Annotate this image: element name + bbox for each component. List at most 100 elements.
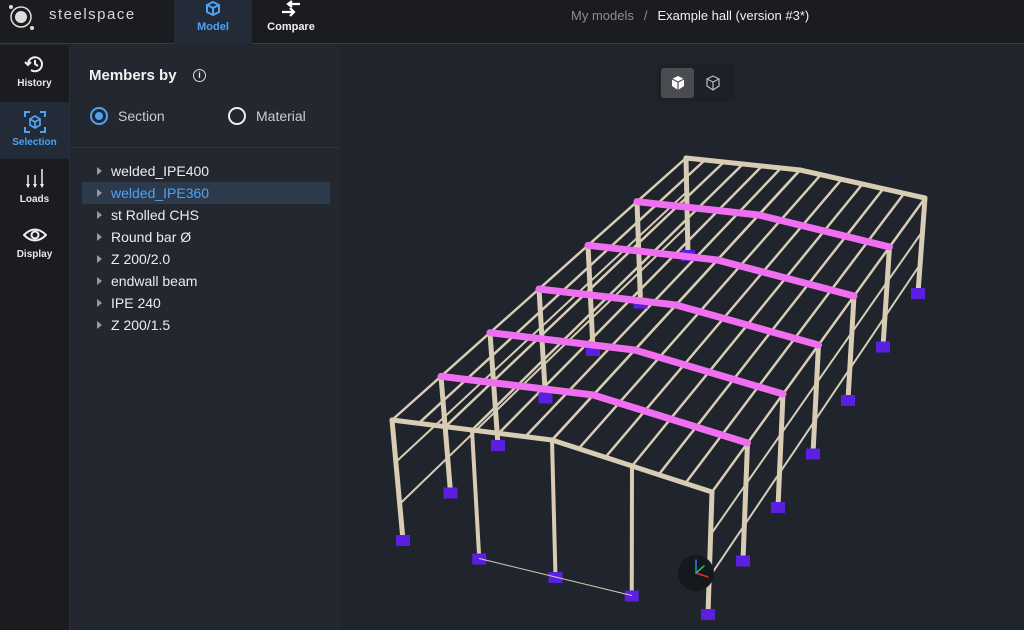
highlighted-rafter[interactable] bbox=[631, 346, 787, 398]
caret-right-icon[interactable] bbox=[97, 233, 102, 241]
radio-section[interactable]: Section bbox=[90, 107, 165, 125]
support-marker[interactable] bbox=[736, 555, 750, 567]
support-marker[interactable] bbox=[624, 590, 639, 602]
radio-material[interactable]: Material bbox=[228, 107, 306, 125]
highlighted-rafter[interactable] bbox=[713, 256, 858, 300]
radio-section-label: Section bbox=[118, 108, 165, 124]
nav-history[interactable]: History bbox=[0, 45, 69, 102]
eye-icon bbox=[22, 228, 47, 242]
steelspace-logo-icon bbox=[9, 5, 34, 30]
nav-loads[interactable]: Loads bbox=[0, 159, 69, 216]
gable-post[interactable] bbox=[550, 438, 558, 579]
column[interactable] bbox=[740, 440, 750, 563]
column[interactable] bbox=[810, 342, 821, 456]
breadcrumb-my-models[interactable]: My models bbox=[571, 8, 634, 23]
model-cube-icon bbox=[206, 0, 220, 17]
rafter[interactable] bbox=[797, 167, 928, 201]
support-marker[interactable] bbox=[841, 395, 855, 406]
tab-compare-label: Compare bbox=[267, 21, 315, 33]
column[interactable] bbox=[705, 489, 715, 617]
tree-item[interactable]: Z 200/2.0 bbox=[82, 248, 330, 270]
tree-item[interactable]: st Rolled CHS bbox=[82, 204, 330, 226]
view-solid-button[interactable] bbox=[661, 68, 694, 98]
column[interactable] bbox=[775, 391, 786, 510]
tab-compare[interactable]: Compare bbox=[252, 0, 330, 44]
support-marker[interactable] bbox=[396, 535, 410, 546]
tree-item-label: IPE 240 bbox=[111, 295, 161, 311]
highlighted-rafter[interactable] bbox=[437, 372, 597, 399]
caret-right-icon[interactable] bbox=[97, 277, 102, 285]
info-icon[interactable]: i bbox=[193, 69, 206, 82]
highlighted-rafter[interactable] bbox=[633, 198, 763, 219]
gable-post[interactable] bbox=[470, 428, 482, 561]
nav-selection-label: Selection bbox=[12, 137, 57, 148]
column[interactable] bbox=[487, 330, 501, 448]
caret-right-icon[interactable] bbox=[97, 255, 102, 263]
breadcrumb-current-model: Example hall (version #3*) bbox=[657, 8, 810, 23]
support-marker[interactable] bbox=[911, 288, 925, 299]
tab-model[interactable]: Model bbox=[174, 0, 252, 44]
nav-selection[interactable]: Selection bbox=[0, 102, 69, 159]
hall-model-scene[interactable] bbox=[341, 45, 1024, 630]
tree-item-label: welded_IPE360 bbox=[111, 185, 210, 201]
support-marker[interactable] bbox=[701, 609, 715, 620]
divider bbox=[71, 147, 340, 148]
panel-title: Members by bbox=[89, 67, 177, 84]
tree-item[interactable]: IPE 240 bbox=[82, 292, 330, 314]
highlighted-rafter[interactable] bbox=[589, 391, 751, 447]
caret-right-icon[interactable] bbox=[97, 167, 102, 175]
loads-arrows-icon bbox=[25, 169, 44, 188]
column[interactable] bbox=[845, 293, 857, 403]
tab-model-label: Model bbox=[197, 21, 229, 33]
tree-item-label: Z 200/1.5 bbox=[111, 317, 171, 333]
3d-viewport[interactable] bbox=[341, 45, 1024, 630]
wireframe-cube-icon bbox=[705, 75, 720, 91]
brand-name: steelspace bbox=[49, 6, 136, 23]
support-marker[interactable] bbox=[538, 392, 553, 404]
support-marker[interactable] bbox=[876, 341, 890, 353]
tree-item[interactable]: endwall beam bbox=[82, 270, 330, 292]
highlighted-rafter[interactable] bbox=[584, 241, 721, 264]
tree-item[interactable]: welded_IPE360 bbox=[82, 182, 330, 204]
support-marker[interactable] bbox=[491, 440, 505, 451]
breadcrumb: My models / Example hall (version #3*) bbox=[571, 8, 809, 23]
members-panel: Members by i Section Material welded_IPE… bbox=[71, 45, 340, 630]
tree-item-label: endwall beam bbox=[111, 273, 198, 289]
history-icon bbox=[23, 56, 43, 73]
compare-arrows-icon bbox=[282, 0, 300, 17]
caret-right-icon[interactable] bbox=[97, 211, 102, 219]
breadcrumb-separator: / bbox=[643, 8, 648, 23]
rafter[interactable] bbox=[683, 155, 803, 173]
nav-display[interactable]: Display bbox=[0, 216, 69, 273]
highlighted-rafter[interactable] bbox=[672, 301, 822, 349]
nav-display-label: Display bbox=[16, 249, 53, 260]
radio-material-label: Material bbox=[256, 108, 306, 124]
section-tree: welded_IPE400 welded_IPE360 st Rolled CH… bbox=[82, 160, 330, 336]
tree-item[interactable]: welded_IPE400 bbox=[82, 160, 330, 182]
tree-item[interactable]: Round bar Ø bbox=[82, 226, 330, 248]
solid-cube-icon bbox=[671, 76, 684, 90]
top-bar: steelspace Model Compare My models / Examp… bbox=[0, 0, 1024, 44]
tree-item[interactable]: Z 200/1.5 bbox=[82, 314, 330, 336]
tree-item-label: welded_IPE400 bbox=[111, 163, 210, 179]
tree-item-label: st Rolled CHS bbox=[111, 207, 199, 223]
column[interactable] bbox=[880, 244, 892, 349]
left-nav: History Selection Loads Display bbox=[0, 45, 70, 630]
caret-right-icon[interactable] bbox=[97, 189, 102, 197]
support-marker[interactable] bbox=[443, 487, 458, 499]
column[interactable] bbox=[915, 195, 928, 296]
caret-right-icon[interactable] bbox=[97, 321, 102, 329]
view-wireframe-button[interactable] bbox=[696, 68, 729, 98]
view-mode-toggle bbox=[657, 64, 735, 102]
column[interactable] bbox=[389, 417, 406, 543]
column[interactable] bbox=[536, 286, 548, 400]
selection-cube-icon bbox=[23, 111, 46, 133]
nav-loads-label: Loads bbox=[19, 194, 50, 205]
tree-item-label: Round bar Ø bbox=[111, 229, 192, 245]
nav-history-label: History bbox=[17, 78, 52, 89]
highlighted-rafter[interactable] bbox=[755, 211, 893, 251]
caret-right-icon[interactable] bbox=[97, 299, 102, 307]
radio-dot bbox=[228, 107, 246, 125]
support-marker[interactable] bbox=[806, 448, 820, 460]
support-marker[interactable] bbox=[771, 502, 785, 513]
